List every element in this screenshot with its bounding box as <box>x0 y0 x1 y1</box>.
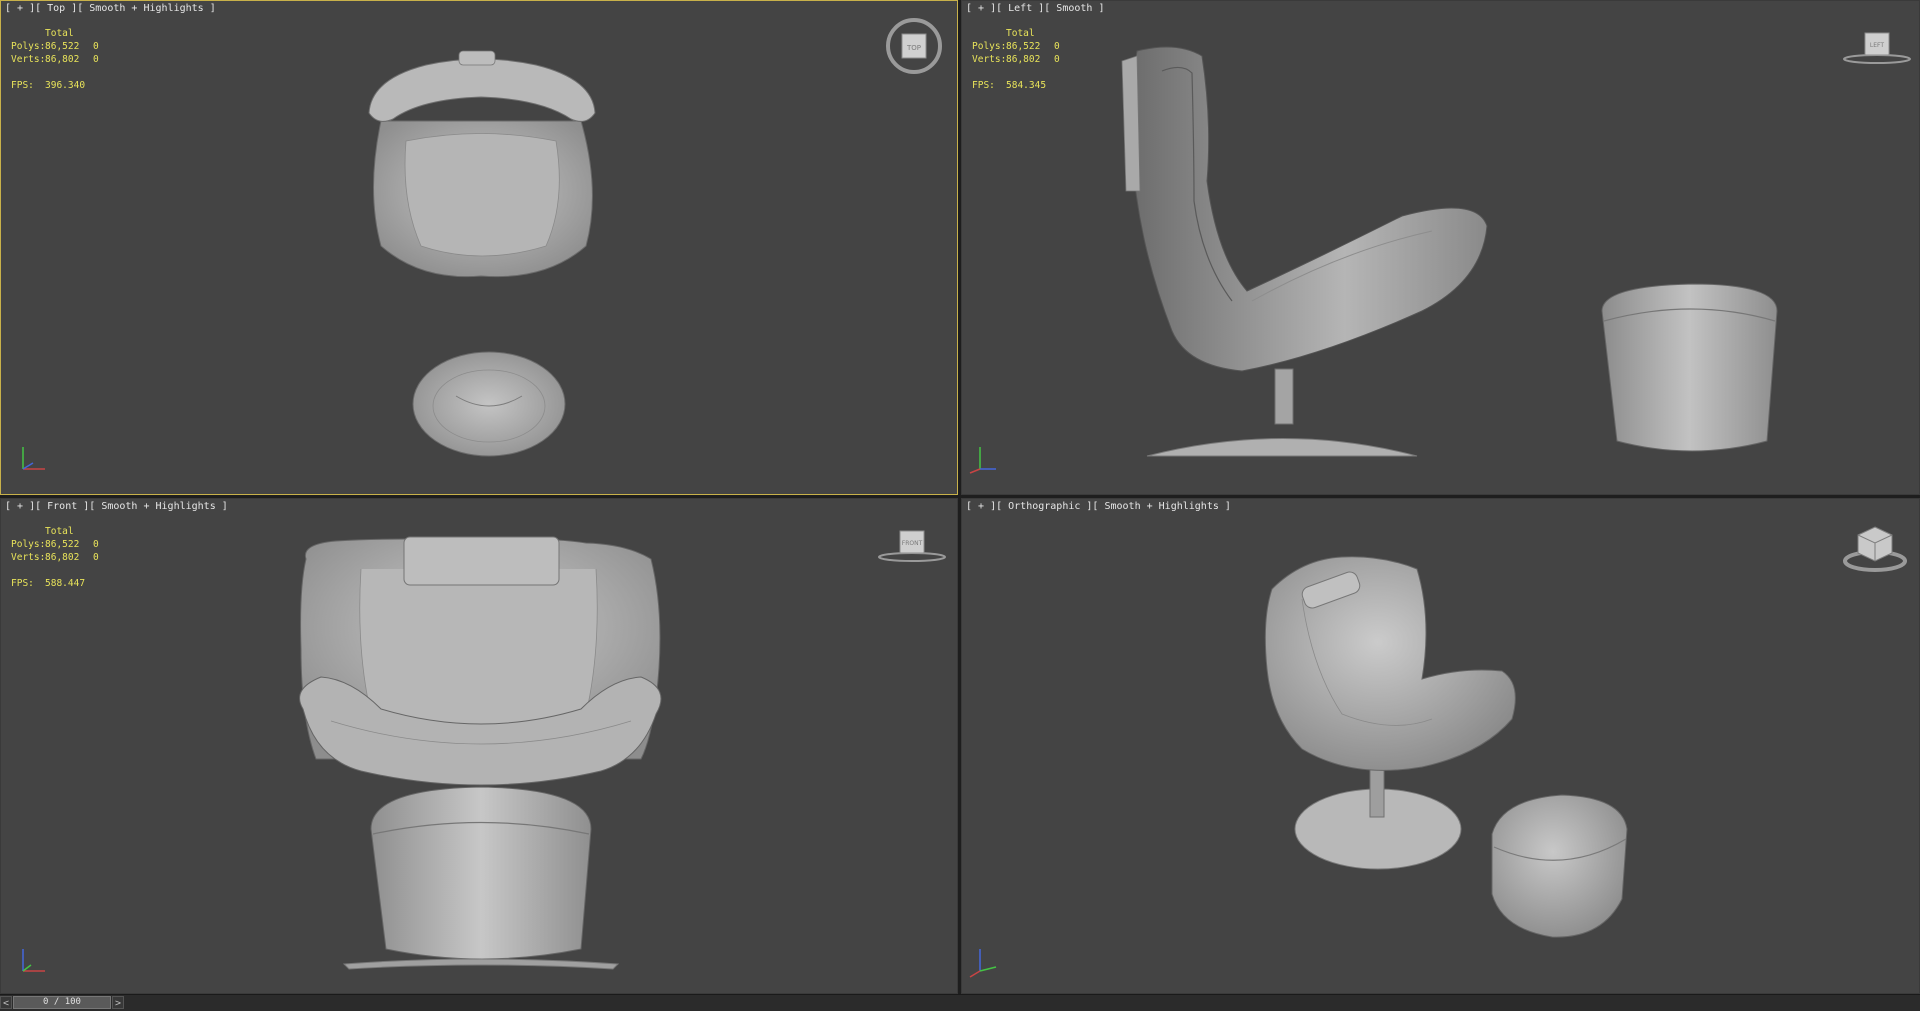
chair-top-seat <box>404 133 560 257</box>
polys-value: 86,522 <box>45 539 80 550</box>
polys-selected: 0 <box>93 41 99 52</box>
fps-value: 396.340 <box>45 80 86 91</box>
axis-tripod-icon <box>969 447 996 474</box>
axis-tripod-icon <box>969 949 997 978</box>
previous-frame-button[interactable]: < <box>0 996 12 1009</box>
verts-selected: 0 <box>93 54 99 65</box>
chair-side-shell <box>1131 46 1488 372</box>
app-window: [ + ][ Top ][ Smooth + Highlights ] Tota… <box>0 0 1920 1011</box>
chair-front-headrest <box>403 536 560 586</box>
viewport-left[interactable]: [ + ][ Left ][ Smooth ] Total Polys:86,5… <box>961 0 1920 495</box>
chair-top-back <box>368 58 596 122</box>
ortho-view-scene <box>1264 556 1628 938</box>
axis-tripod-icon <box>22 447 45 470</box>
ottoman-front <box>370 786 592 960</box>
verts-selected: 0 <box>93 552 99 563</box>
viewcube-front-face: FRONT <box>902 540 923 547</box>
verts-value: 86,802 <box>45 54 80 65</box>
viewcube-front-icon[interactable]: FRONT <box>877 529 947 565</box>
verts-value: 86,802 <box>1006 54 1041 65</box>
chair-ortho-shell <box>1264 556 1516 771</box>
ottoman-ortho <box>1491 794 1628 938</box>
fps-label: FPS: <box>972 80 995 91</box>
verts-label: Verts: <box>972 54 1007 65</box>
polys-label: Polys: <box>11 539 46 550</box>
verts-label: Verts: <box>11 54 46 65</box>
polys-selected: 0 <box>1054 41 1060 52</box>
viewcube-top-icon[interactable]: TOP <box>885 17 943 75</box>
viewport-front[interactable]: [ + ][ Front ][ Smooth + Highlights ] To… <box>0 498 958 994</box>
axis-tripod-icon <box>22 949 45 972</box>
viewcube-top-face: TOP <box>906 44 921 52</box>
time-slider-bar: < 0 / 100 > <box>0 994 1920 1011</box>
ottoman-top <box>412 351 566 457</box>
polys-selected: 0 <box>93 539 99 550</box>
viewcube-left-face: LEFT <box>1870 42 1884 49</box>
viewport-orthographic[interactable]: [ + ][ Orthographic ][ Smooth + Highligh… <box>961 498 1920 994</box>
fps-label: FPS: <box>11 80 34 91</box>
polys-value: 86,522 <box>1006 41 1041 52</box>
top-view-scene <box>368 50 596 457</box>
polys-label: Polys: <box>11 41 46 52</box>
chair-side-headrest <box>1121 55 1141 192</box>
stats-overlay-front: Total Polys:86,522 0 Verts:86,802 0 FPS: 58… <box>11 525 99 590</box>
stats-overlay-top: Total Polys:86,522 0 Verts:86,802 0 FPS: 39… <box>11 27 99 92</box>
stats-total-label: Total <box>45 28 74 39</box>
viewport-top[interactable]: [ + ][ Top ][ Smooth + Highlights ] Tota… <box>0 0 958 495</box>
verts-selected: 0 <box>1054 54 1060 65</box>
front-view-scene <box>299 536 662 970</box>
time-slider[interactable]: 0 / 100 <box>13 996 111 1009</box>
fps-value: 588.447 <box>45 578 86 589</box>
viewport-label-left[interactable]: [ + ][ Left ][ Smooth ] <box>966 3 1104 14</box>
left-view-scene <box>1121 46 1778 457</box>
chair-side-base <box>1146 438 1418 457</box>
verts-label: Verts: <box>11 552 46 563</box>
verts-value: 86,802 <box>45 552 80 563</box>
polys-label: Polys: <box>972 41 1007 52</box>
viewport-label-front[interactable]: [ + ][ Front ][ Smooth + Highlights ] <box>5 501 228 512</box>
viewport-label-top[interactable]: [ + ][ Top ][ Smooth + Highlights ] <box>5 3 216 14</box>
viewcube-left-icon[interactable]: LEFT <box>1842 29 1912 65</box>
fps-label: FPS: <box>11 578 34 589</box>
viewcube-orthographic-icon[interactable] <box>1842 521 1908 573</box>
stats-total-label: Total <box>1006 28 1035 39</box>
viewport-label-ortho[interactable]: [ + ][ Orthographic ][ Smooth + Highligh… <box>966 501 1231 512</box>
stats-overlay-left: Total Polys:86,522 0 Verts:86,802 0 FPS: 58… <box>972 27 1060 92</box>
fps-value: 584.345 <box>1006 80 1047 91</box>
next-frame-button[interactable]: > <box>112 996 124 1009</box>
polys-value: 86,522 <box>45 41 80 52</box>
stats-total-label: Total <box>45 526 74 537</box>
